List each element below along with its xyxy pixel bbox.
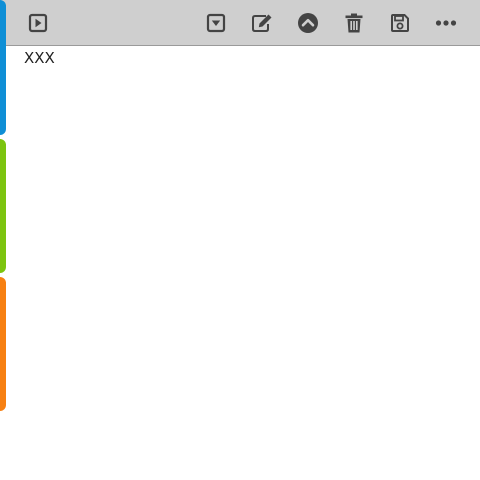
- delete-button[interactable]: [340, 9, 368, 37]
- edit-button[interactable]: [248, 9, 276, 37]
- trash-icon: [345, 13, 363, 33]
- more-button[interactable]: [432, 9, 460, 37]
- save-icon: [391, 14, 409, 32]
- tab-green[interactable]: [0, 139, 6, 273]
- dropdown-square-icon: [206, 13, 226, 33]
- tab-blue[interactable]: [0, 0, 6, 135]
- play-button[interactable]: [24, 9, 52, 37]
- more-horizontal-icon: [435, 20, 457, 26]
- note-text[interactable]: XXX: [24, 48, 55, 68]
- play-square-icon: [28, 13, 48, 33]
- app-window: XXX: [0, 0, 480, 480]
- save-button[interactable]: [386, 9, 414, 37]
- edit-icon: [252, 14, 272, 32]
- tab-orange[interactable]: [0, 277, 6, 411]
- toolbar: [0, 0, 480, 46]
- dropdown-button[interactable]: [202, 9, 230, 37]
- chevron-up-circle-icon: [298, 13, 318, 33]
- collapse-button[interactable]: [294, 9, 322, 37]
